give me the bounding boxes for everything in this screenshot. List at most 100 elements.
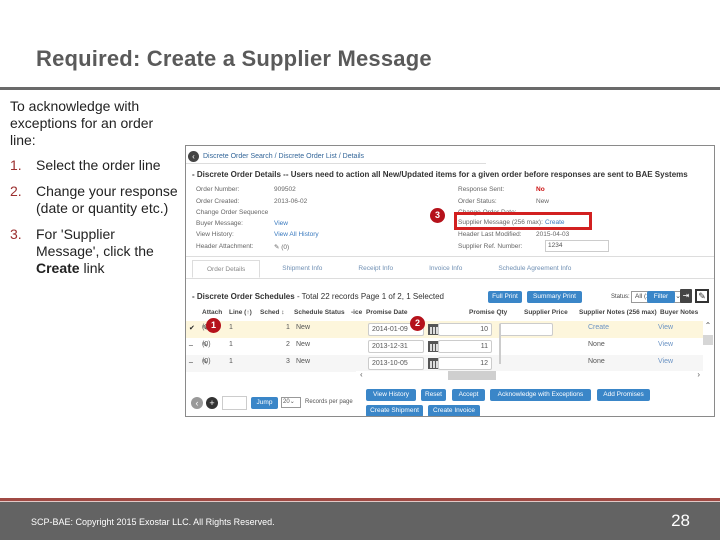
scroll-thumb[interactable] xyxy=(448,371,496,380)
step-text: Select the order line xyxy=(36,157,161,173)
tab-shipment-info[interactable]: Shipment Info xyxy=(268,260,336,278)
accept-button[interactable]: Accept xyxy=(452,389,485,401)
full-print-button[interactable]: Full Print xyxy=(488,291,522,303)
view-history-button[interactable]: View History xyxy=(366,389,416,401)
callout-3: 3 xyxy=(430,208,445,223)
field-order-number: Order Number: 909502 xyxy=(196,186,296,193)
scroll-thumb[interactable] xyxy=(703,335,713,345)
scroll-left-icon[interactable]: ‹ xyxy=(360,370,363,379)
tab-receipt-info[interactable]: Receipt Info xyxy=(344,260,407,278)
tabs: Order Details Shipment Info Receipt Info… xyxy=(192,260,593,278)
step-1: 1. Select the order line xyxy=(10,157,182,174)
promise-qty-input[interactable]: 12 xyxy=(438,357,492,370)
col-promise-qty[interactable]: Promise Qty xyxy=(469,309,507,316)
tab-order-details[interactable]: Order Details xyxy=(192,260,261,278)
field-value: No xyxy=(536,186,545,193)
create-shipment-button[interactable]: Create Shipment xyxy=(366,405,423,416)
step-bold-create: Create xyxy=(36,260,80,276)
col-promise-date[interactable]: Promise Date xyxy=(366,309,408,316)
col-buyer-notes[interactable]: Buyer Notes xyxy=(660,309,698,316)
rpp-value: 20 xyxy=(283,399,290,405)
create-invoice-button[interactable]: Create Invoice xyxy=(428,405,480,416)
buyer-message-view-link[interactable]: View xyxy=(274,220,288,227)
view-all-history-link[interactable]: View All History xyxy=(274,231,319,238)
status-label: Status: xyxy=(611,294,630,300)
paperclip-icon: ✎ xyxy=(274,244,280,251)
buyer-notes-link[interactable]: View xyxy=(658,358,673,365)
tab-schedule-agreement-info[interactable]: Schedule Agreement Info xyxy=(484,260,585,278)
col-supplier-notes[interactable]: Supplier Notes (256 max) xyxy=(579,309,657,316)
breadcrumb-text[interactable]: Discrete Order Search / Discrete Order L… xyxy=(203,153,364,160)
horizontal-scrollbar[interactable]: ‹ › xyxy=(356,370,704,381)
divider xyxy=(186,256,714,257)
promise-qty-input[interactable]: 10 xyxy=(438,323,492,336)
footer: SCP-BAE: Copyright 2015 Exostar LLC. All… xyxy=(0,502,720,540)
step-text: Change your response (date or quantity e… xyxy=(36,183,178,216)
field-value: 2015-04-03 xyxy=(536,231,570,238)
header-attachment-link[interactable]: ✎ (0) xyxy=(274,243,289,251)
filter-button[interactable]: Filter xyxy=(647,291,675,303)
col-price-partial[interactable]: -ice xyxy=(351,309,362,316)
edit-icon[interactable]: ✎ xyxy=(695,289,709,303)
col-sched[interactable]: Sched ↕ xyxy=(260,309,285,316)
title-divider xyxy=(0,87,720,90)
step-number: 1. xyxy=(10,157,22,173)
acknowledge-with-exceptions-button[interactable]: Acknowledge with Exceptions xyxy=(490,389,591,401)
row-status: New xyxy=(296,324,311,331)
callout-1: 1 xyxy=(206,318,221,333)
promise-date-input[interactable]: 2013-12-31 xyxy=(368,340,424,353)
buyer-notes-link[interactable]: View xyxy=(658,341,673,348)
callout-2: 2 xyxy=(410,316,425,331)
next-page-icon[interactable]: + xyxy=(206,397,218,409)
scroll-right-icon[interactable]: › xyxy=(697,370,700,379)
table-row[interactable]: ✔ ✎(0) 1 1 New 2014-01-09 10 Create View xyxy=(186,321,704,338)
summary-print-button[interactable]: Summary Print xyxy=(527,291,582,303)
jump-button[interactable]: Jump xyxy=(251,397,278,409)
field-label: Supplier Ref. Number: xyxy=(458,243,523,250)
records-per-page-select[interactable]: 20⌄ xyxy=(281,397,301,408)
promise-qty-input[interactable]: 11 xyxy=(438,340,492,353)
row-checkbox[interactable]: _ xyxy=(189,339,193,346)
row-checkbox[interactable]: _ xyxy=(189,356,193,363)
row-line: 1 xyxy=(229,358,233,365)
field-label: Order Status: xyxy=(458,198,497,205)
steps-list: 1. Select the order line 2. Change your re… xyxy=(10,157,182,277)
field-label: Buyer Message: xyxy=(196,220,243,227)
instructions-intro: To acknowledge with exceptions for an or… xyxy=(10,98,154,148)
table-row[interactable]: _ ✎ (0) 1 2 New 2013-12-31 11 None View xyxy=(186,338,704,355)
step-2: 2. Change your response (date or quantity… xyxy=(10,183,182,217)
back-icon[interactable]: ‹ xyxy=(188,150,199,162)
supplier-price-input[interactable] xyxy=(499,323,553,336)
field-label: View History: xyxy=(196,231,234,238)
buyer-notes-link[interactable]: View xyxy=(658,324,673,331)
supplier-notes-link[interactable]: Create xyxy=(588,324,609,331)
col-schedule-status[interactable]: Schedule Status xyxy=(294,309,345,316)
step-3: 3. For 'Supplier Message', click the Crea… xyxy=(10,226,182,277)
reset-button[interactable]: Reset xyxy=(421,389,446,401)
field-label: Order Number: xyxy=(196,186,240,193)
table-row[interactable]: _ ✎ (0) 1 3 New 2013-10-05 12 None View xyxy=(186,355,704,372)
col-attach[interactable]: Attach xyxy=(202,309,222,316)
scroll-up-icon[interactable]: ⌃ xyxy=(705,321,712,330)
promise-date-input[interactable]: 2013-10-05 xyxy=(368,357,424,370)
field-view-history: View History: View All History xyxy=(196,231,319,238)
copyright-text: SCP-BAE: Copyright 2015 Exostar LLC. All… xyxy=(31,517,275,527)
vertical-scrollbar[interactable]: ⌃ xyxy=(703,321,713,371)
row-line: 1 xyxy=(229,324,233,331)
row-checkbox[interactable]: ✔ xyxy=(189,324,195,332)
field-label: Change Order Sequence xyxy=(196,209,269,216)
field-response-sent: Response Sent: No xyxy=(458,186,545,193)
schedules-title-rest: - Total 22 records Page 1 of 2, 1 Select… xyxy=(294,292,444,301)
add-promises-button[interactable]: Add Promises xyxy=(597,389,650,401)
tab-invoice-info[interactable]: Invoice Info xyxy=(415,260,476,278)
prev-page-icon[interactable]: ‹ xyxy=(191,397,203,409)
field-change-order-sequence: Change Order Sequence xyxy=(196,209,268,216)
supplier-ref-input[interactable]: 1234 xyxy=(545,240,609,252)
attachment-count: (0) xyxy=(281,244,290,251)
page-number-input[interactable] xyxy=(222,396,247,410)
step-text: For 'Supplier Message', click the Create… xyxy=(36,226,182,277)
col-supplier-price[interactable]: Supplier Price xyxy=(524,309,568,316)
export-icon[interactable]: ⇥ xyxy=(680,289,692,303)
col-line[interactable]: Line (↑) xyxy=(229,309,252,316)
field-label: Header Attachment: xyxy=(196,243,254,250)
